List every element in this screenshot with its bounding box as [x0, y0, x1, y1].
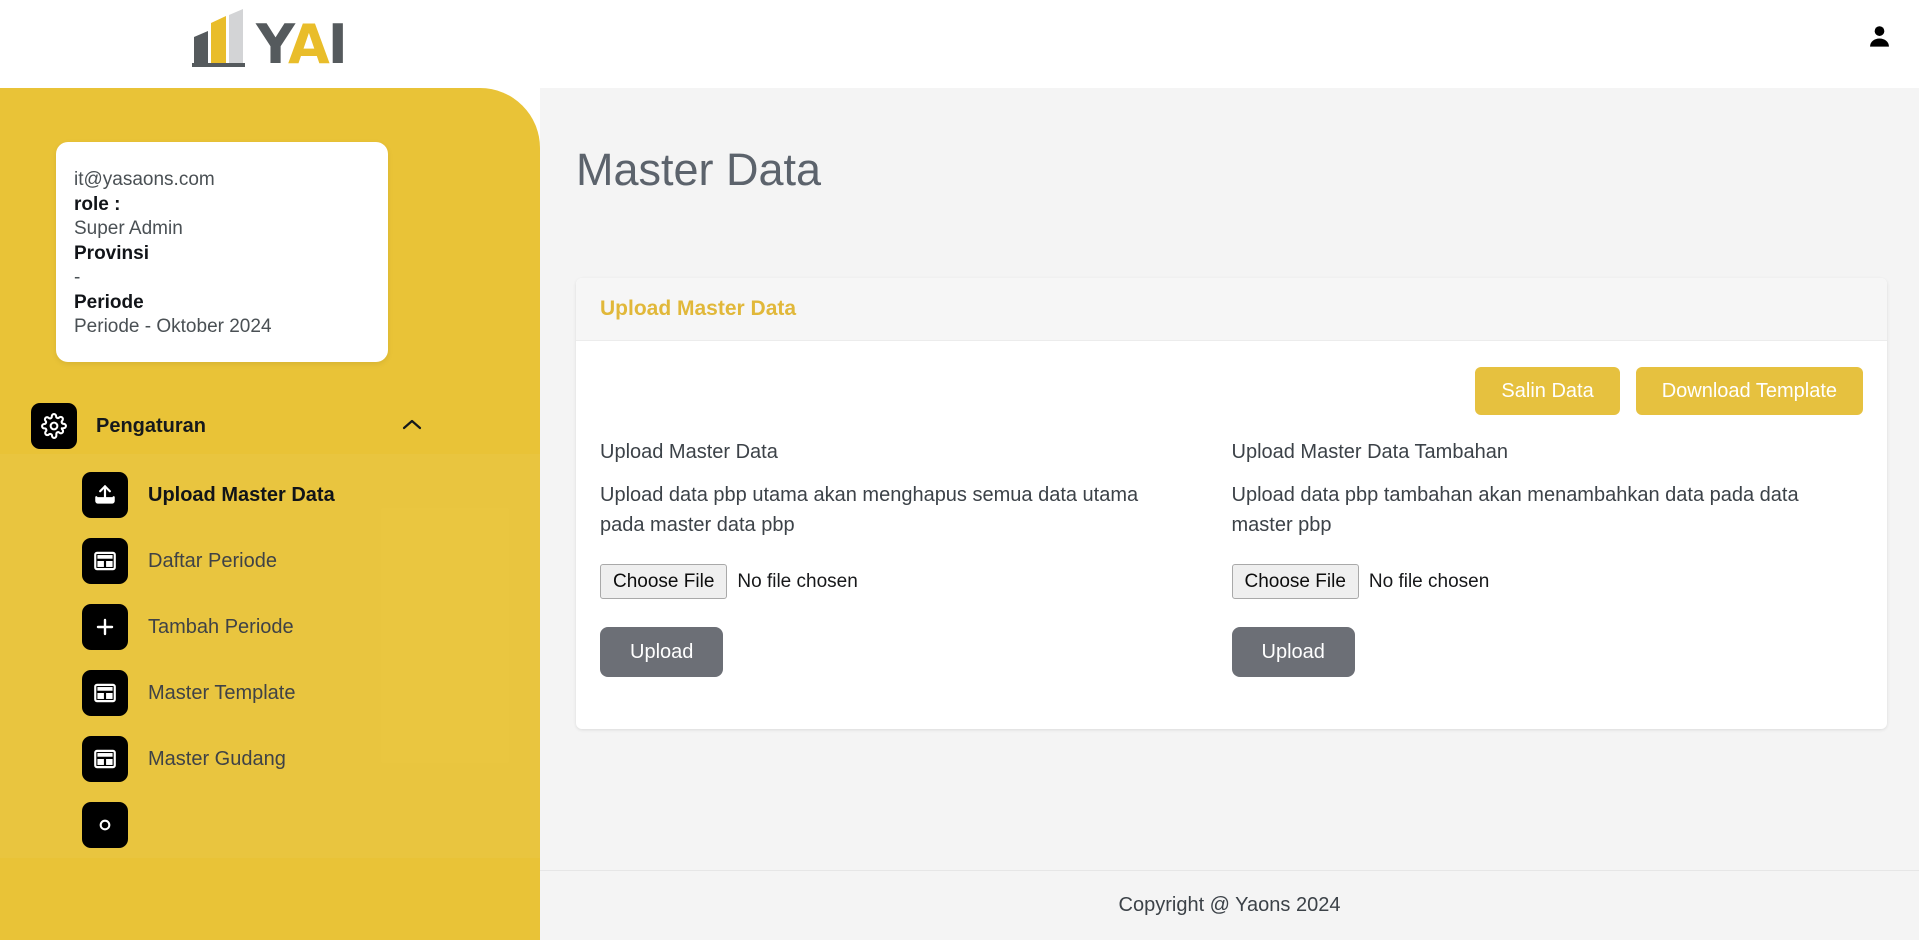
- sidebar-item-label: Master Gudang: [148, 748, 286, 771]
- upload-button-tambahan[interactable]: Upload: [1232, 627, 1355, 677]
- footer: Copyright @ Yaons 2024: [540, 870, 1919, 940]
- app-logo[interactable]: YAI: [186, 8, 346, 74]
- upload-master-data-card: Upload Master Data Salin Data Download T…: [576, 278, 1887, 729]
- logo-letter-i: I: [328, 13, 346, 76]
- profile-role-value: Super Admin: [74, 217, 370, 242]
- column-description: Upload data pbp tambahan akan menambahka…: [1232, 480, 1804, 540]
- column-title: Upload Master Data: [600, 441, 1172, 464]
- file-status-text: No file chosen: [1369, 571, 1489, 593]
- card-body: Salin Data Download Template Upload Mast…: [576, 341, 1887, 729]
- file-input-utama[interactable]: Choose File No file chosen: [600, 564, 1172, 599]
- top-bar: YAI: [0, 0, 1919, 88]
- salin-data-button[interactable]: Salin Data: [1475, 367, 1619, 415]
- upload-icon: [82, 472, 128, 518]
- table-icon: [82, 538, 128, 584]
- logo-letter-a: A: [288, 13, 328, 76]
- sidebar-group-label: Pengaturan: [96, 415, 206, 438]
- user-icon[interactable]: [1859, 16, 1899, 56]
- sidebar-group-pengaturan[interactable]: Pengaturan: [0, 398, 540, 454]
- upload-column-utama: Upload Master Data Upload data pbp utama…: [600, 441, 1232, 677]
- sidebar-submenu: Upload Master Data Daftar Periode: [0, 454, 540, 858]
- profile-provinsi-value: -: [74, 266, 370, 291]
- sidebar-nav: Pengaturan Upload M: [0, 398, 540, 858]
- upload-column-tambahan: Upload Master Data Tambahan Upload data …: [1232, 441, 1864, 677]
- card-title: Upload Master Data: [600, 297, 796, 321]
- table-icon: [82, 670, 128, 716]
- file-input-tambahan[interactable]: Choose File No file chosen: [1232, 564, 1804, 599]
- table-icon: [82, 736, 128, 782]
- profile-periode-label: Periode: [74, 291, 370, 316]
- page-title: Master Data: [576, 144, 821, 196]
- profile-periode-value: Periode - Oktober 2024: [74, 315, 370, 340]
- card-header: Upload Master Data: [576, 278, 1887, 341]
- upload-button-utama[interactable]: Upload: [600, 627, 723, 677]
- column-title: Upload Master Data Tambahan: [1232, 441, 1804, 464]
- sidebar-item-daftar-periode[interactable]: Daftar Periode: [0, 528, 540, 594]
- choose-file-button[interactable]: Choose File: [1232, 564, 1359, 599]
- upload-columns: Upload Master Data Upload data pbp utama…: [600, 441, 1863, 677]
- logo-wordmark: YAI: [256, 16, 346, 74]
- card-action-row: Salin Data Download Template: [600, 367, 1863, 415]
- main-content: Master Data Upload Master Data Salin Dat…: [540, 88, 1919, 940]
- gear-icon: [82, 802, 128, 848]
- footer-copyright: Copyright @ Yaons 2024: [1119, 894, 1341, 917]
- download-template-button[interactable]: Download Template: [1636, 367, 1863, 415]
- sidebar-item-label: Master Template: [148, 682, 295, 705]
- sidebar-item-partial-below[interactable]: [0, 792, 540, 858]
- gear-icon: [31, 403, 77, 449]
- profile-provinsi-label: Provinsi: [74, 242, 370, 267]
- file-status-text: No file chosen: [737, 571, 857, 593]
- choose-file-button[interactable]: Choose File: [600, 564, 727, 599]
- profile-role-label: role :: [74, 193, 370, 218]
- logo-letter-y: Y: [256, 13, 288, 76]
- column-description: Upload data pbp utama akan menghapus sem…: [600, 480, 1172, 540]
- sidebar-item-label: Upload Master Data: [148, 484, 335, 507]
- sidebar-item-tambah-periode[interactable]: Tambah Periode: [0, 594, 540, 660]
- sidebar-item-label: Daftar Periode: [148, 550, 277, 573]
- sidebar-item-master-template[interactable]: Master Template: [0, 660, 540, 726]
- sidebar: it@yasaons.com role : Super Admin Provin…: [0, 88, 540, 940]
- sidebar-item-upload-master-data[interactable]: Upload Master Data: [0, 462, 540, 528]
- plus-icon: [82, 604, 128, 650]
- sidebar-item-master-gudang[interactable]: Master Gudang: [0, 726, 540, 792]
- building-chart-logo-icon: [186, 7, 248, 74]
- sidebar-item-label: Tambah Periode: [148, 616, 294, 639]
- chevron-up-icon[interactable]: [402, 418, 422, 436]
- profile-card: it@yasaons.com role : Super Admin Provin…: [56, 142, 388, 362]
- profile-email: it@yasaons.com: [74, 168, 370, 193]
